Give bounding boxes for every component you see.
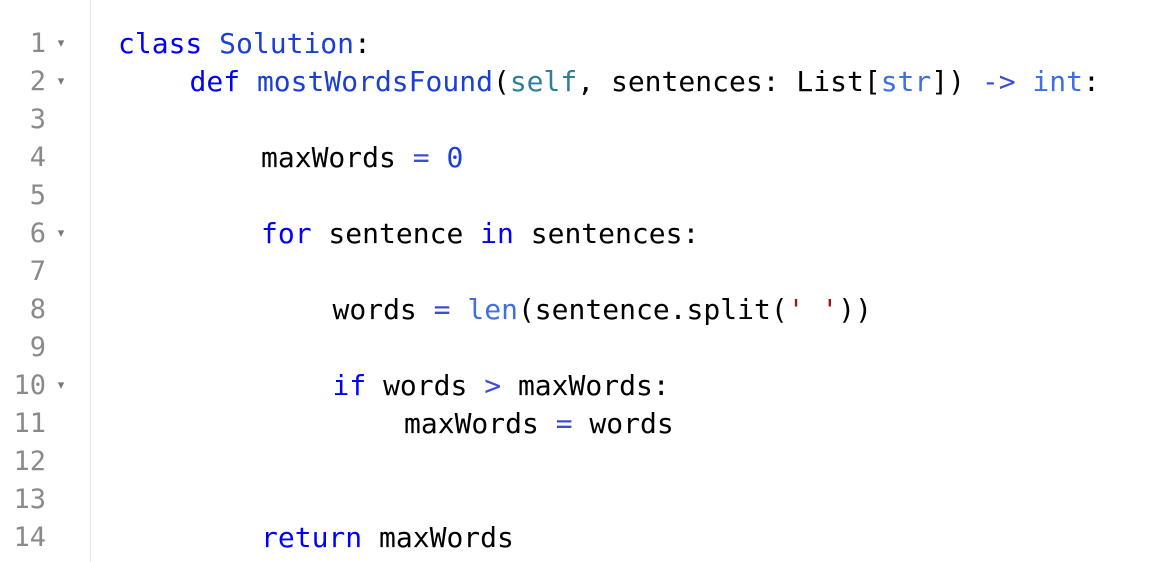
code-token: : bbox=[354, 27, 371, 60]
line-number: 3 bbox=[29, 104, 46, 135]
code-token: = bbox=[412, 141, 430, 174]
code-token: = bbox=[555, 407, 573, 440]
fold-toggle-icon[interactable]: ▾ bbox=[54, 215, 68, 253]
code-token: ' ' bbox=[787, 293, 839, 326]
code-token: ]) bbox=[931, 65, 982, 98]
fold-toggle-icon[interactable]: ▾ bbox=[54, 367, 68, 405]
code-text: maxWords = words bbox=[404, 405, 674, 443]
code-token: maxWords bbox=[362, 521, 514, 554]
code-token: 0 bbox=[446, 141, 464, 174]
code-token: class bbox=[118, 27, 203, 60]
code-token: )) bbox=[838, 293, 872, 326]
code-line[interactable]: 1 ▾ class Solution: bbox=[0, 25, 1174, 63]
code-token: sentences: bbox=[513, 217, 700, 250]
code-line[interactable]: 11 maxWords = words bbox=[0, 405, 1174, 443]
code-token: len bbox=[467, 293, 518, 326]
line-number: 6 bbox=[29, 218, 46, 249]
line-number: 13 bbox=[13, 484, 46, 515]
code-text: return maxWords bbox=[261, 519, 514, 557]
code-token: in bbox=[480, 217, 514, 250]
line-number: 2 bbox=[29, 66, 46, 97]
line-number: 10 bbox=[13, 370, 46, 401]
code-token: maxWords bbox=[404, 407, 556, 440]
line-number: 5 bbox=[29, 180, 46, 211]
code-line[interactable]: 5 bbox=[0, 177, 1174, 215]
line-number: 9 bbox=[29, 332, 46, 363]
code-token: self bbox=[509, 65, 578, 98]
code-token: def bbox=[189, 65, 241, 98]
code-token: int bbox=[1032, 65, 1083, 98]
code-token: words bbox=[366, 369, 485, 402]
code-line[interactable]: 7 bbox=[0, 253, 1174, 291]
code-line[interactable]: 6 ▾ for sentence in sentences: bbox=[0, 215, 1174, 253]
code-line[interactable]: 2 ▾ def mostWordsFound(self, sentences: Li… bbox=[0, 63, 1174, 101]
code-token: if bbox=[332, 369, 367, 402]
code-token: str bbox=[880, 65, 932, 98]
code-token: Solution bbox=[219, 27, 355, 60]
code-text: if words > maxWords: bbox=[333, 367, 670, 405]
code-text: maxWords = 0 bbox=[261, 139, 463, 177]
code-token: words bbox=[332, 293, 434, 326]
code-token: ( bbox=[492, 65, 510, 98]
code-line[interactable]: 14 return maxWords bbox=[0, 519, 1174, 557]
code-line[interactable]: 3 bbox=[0, 101, 1174, 139]
code-token: for bbox=[261, 217, 312, 250]
line-number: 12 bbox=[13, 446, 46, 477]
code-token: maxWords bbox=[261, 141, 413, 174]
code-text: class Solution: bbox=[118, 25, 371, 63]
line-number: 4 bbox=[29, 142, 46, 173]
code-token: -> bbox=[981, 65, 1016, 98]
code-token: (sentence.split( bbox=[517, 293, 788, 326]
code-token: return bbox=[261, 521, 363, 554]
code-token: mostWordsFound bbox=[256, 65, 493, 98]
line-number: 7 bbox=[29, 256, 46, 287]
code-token: words bbox=[572, 407, 674, 440]
code-text: for sentence in sentences: bbox=[261, 215, 699, 253]
code-line[interactable]: 13 bbox=[0, 481, 1174, 519]
fold-toggle-icon[interactable]: ▾ bbox=[54, 63, 68, 101]
code-line[interactable]: 9 bbox=[0, 329, 1174, 367]
fold-toggle-icon[interactable]: ▾ bbox=[54, 25, 68, 63]
code-line[interactable]: 12 bbox=[0, 443, 1174, 481]
code-text: def mostWordsFound(self, sentences: List… bbox=[190, 63, 1100, 101]
line-number: 14 bbox=[13, 522, 46, 553]
code-line[interactable]: 4 maxWords = 0 bbox=[0, 139, 1174, 177]
code-line[interactable]: 10 ▾ if words > maxWords: bbox=[0, 367, 1174, 405]
line-number: 1 bbox=[29, 28, 46, 59]
code-token: : bbox=[1083, 65, 1100, 98]
line-number: 8 bbox=[29, 294, 46, 325]
line-number: 11 bbox=[13, 408, 46, 439]
code-token: > bbox=[484, 369, 502, 402]
code-editor[interactable]: 1 ▾ class Solution: 2 ▾ def mostWordsFound(se… bbox=[0, 0, 1174, 562]
code-text: words = len(sentence.split(' ')) bbox=[333, 291, 872, 329]
code-token: sentence bbox=[311, 217, 481, 250]
code-token: , sentences: List[ bbox=[577, 65, 881, 98]
code-token: = bbox=[433, 293, 451, 326]
code-token: maxWords: bbox=[501, 369, 670, 402]
code-line[interactable]: 8 words = len(sentence.split(' ')) bbox=[0, 291, 1174, 329]
